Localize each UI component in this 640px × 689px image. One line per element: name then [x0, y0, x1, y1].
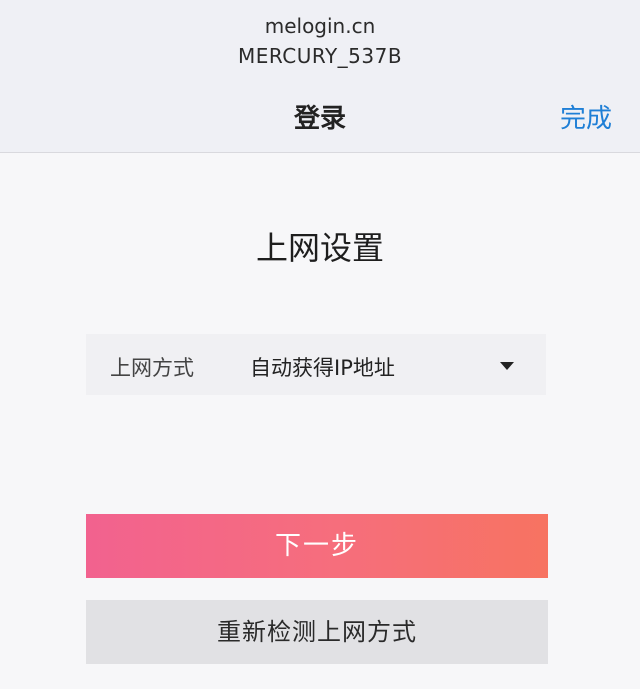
chevron-down-icon[interactable] — [500, 362, 514, 370]
main-content: 上网设置 上网方式 自动获得IP地址 下一步 重新检测上网方式 — [0, 153, 640, 689]
network-ssid: MERCURY_537B — [237, 44, 403, 68]
redetect-connection-button[interactable]: 重新检测上网方式 — [86, 600, 548, 664]
page-title: 上网设置 — [255, 229, 384, 267]
connection-mode-value: 自动获得IP地址 — [250, 356, 395, 380]
connection-mode-select[interactable]: 上网方式 自动获得IP地址 — [86, 334, 546, 395]
top-nav-bar: melogin.cn MERCURY_537B 登录 完成 — [0, 0, 640, 153]
done-button[interactable]: 完成 — [560, 98, 612, 135]
connection-mode-label: 上网方式 — [110, 356, 194, 380]
page-url: melogin.cn — [264, 14, 376, 38]
next-step-button[interactable]: 下一步 — [86, 514, 548, 578]
nav-title: 登录 — [293, 104, 346, 134]
